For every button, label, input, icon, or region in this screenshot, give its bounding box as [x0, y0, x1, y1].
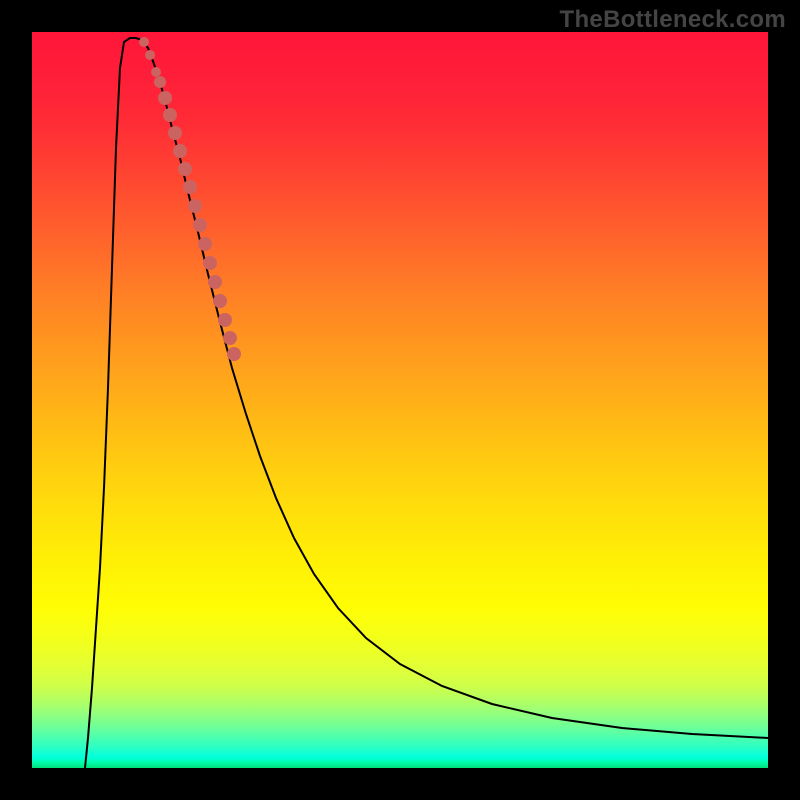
data-point-marker	[227, 347, 241, 361]
chart-svg	[32, 32, 768, 768]
data-point-marker	[145, 50, 155, 60]
data-point-marker	[213, 294, 227, 308]
outer-frame: TheBottleneck.com	[0, 0, 800, 800]
data-point-marker	[158, 91, 172, 105]
data-point-marker	[173, 144, 187, 158]
data-point-marker	[154, 76, 166, 88]
plot-area	[32, 32, 768, 768]
data-point-marker	[163, 108, 177, 122]
data-point-marker	[208, 275, 222, 289]
data-point-marker	[193, 218, 207, 232]
data-point-marker	[218, 313, 232, 327]
data-point-marker	[178, 162, 192, 176]
data-point-marker	[223, 331, 237, 345]
data-point-marker	[151, 67, 161, 77]
curve-layer	[84, 38, 768, 768]
data-point-marker	[203, 256, 217, 270]
data-point-marker	[198, 237, 212, 251]
data-point-marker	[188, 199, 202, 213]
bottleneck-curve	[84, 38, 768, 768]
data-point-marker	[168, 126, 182, 140]
data-point-marker	[139, 37, 149, 47]
watermark-text: TheBottleneck.com	[560, 6, 786, 34]
data-point-marker	[183, 180, 197, 194]
